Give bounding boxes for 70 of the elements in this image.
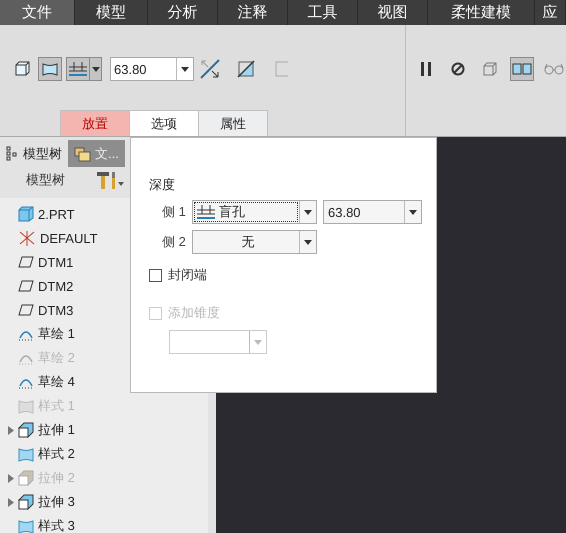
cube-icon <box>14 61 30 77</box>
menu-tab[interactable]: 柔性建模 <box>428 0 535 25</box>
depth-value-field[interactable]: 63.80 <box>323 200 422 224</box>
checkbox[interactable] <box>149 268 162 282</box>
panel-tab[interactable]: 属性 <box>198 110 268 136</box>
flip-arrow-icon <box>199 58 221 80</box>
tree-item[interactable]: DTM2 <box>38 278 74 294</box>
caret-icon <box>254 340 262 344</box>
surface-icon <box>41 61 59 77</box>
datum-plane-icon <box>18 280 34 292</box>
surface-icon <box>18 398 34 414</box>
tree-item[interactable]: 样式 2 <box>38 445 75 463</box>
depth-type-select[interactable]: 盲孔 <box>192 200 317 224</box>
tree-item[interactable]: 拉伸 3 <box>38 493 75 511</box>
glasses-icon <box>544 63 564 75</box>
caret-icon <box>304 240 312 244</box>
tool-button[interactable] <box>38 57 62 81</box>
tool-button[interactable] <box>510 57 534 81</box>
section-title: 深度 <box>149 176 176 194</box>
depth-field[interactable]: 63.80 <box>110 57 194 81</box>
bracket-icon <box>275 61 289 77</box>
side-label: 侧 1 <box>162 203 186 221</box>
depth-type-select[interactable]: 无 <box>192 230 317 254</box>
no-entry-icon <box>451 62 465 76</box>
panel-tab[interactable]: 放置 <box>60 110 130 136</box>
surface-icon <box>18 446 34 462</box>
depth-icon <box>69 62 87 76</box>
datum-plane-icon <box>18 304 34 316</box>
side-label: 侧 2 <box>162 233 186 251</box>
coordinate-system-icon <box>18 230 36 246</box>
tree-item[interactable]: 草绘 1 <box>38 325 75 343</box>
tree-item[interactable]: 样式 3 <box>38 517 75 533</box>
checkbox-label: 添加锥度 <box>168 304 220 322</box>
folders-icon <box>74 146 92 162</box>
extrude-icon <box>18 470 34 486</box>
dropdown-button[interactable] <box>90 57 102 81</box>
tools-icon[interactable] <box>95 170 125 190</box>
datum-plane-icon <box>18 256 34 268</box>
extrude-icon <box>18 494 34 510</box>
flip-button[interactable] <box>198 57 222 81</box>
surface-icon <box>18 518 34 533</box>
cut-icon <box>236 59 256 79</box>
menu-tab[interactable]: 注释 <box>218 0 288 25</box>
menu-tab[interactable]: 分析 <box>148 0 218 25</box>
tree-item[interactable]: DEFAULT <box>40 230 98 246</box>
tree-item[interactable]: 拉伸 1 <box>38 421 75 439</box>
menu-tab[interactable]: 应 <box>535 0 566 25</box>
expand-icon[interactable] <box>8 426 14 434</box>
caret-icon <box>409 210 417 214</box>
caret-icon <box>181 66 189 72</box>
menu-tab[interactable]: 视图 <box>358 0 428 25</box>
menu-tab[interactable]: 工具 <box>288 0 358 25</box>
tree-item[interactable]: 草绘 4 <box>38 373 75 391</box>
checkbox-label: 封闭端 <box>168 266 207 284</box>
tree-item[interactable]: 2.PRT <box>38 206 75 222</box>
tree-header: 模型树 <box>26 171 65 189</box>
tool-button[interactable] <box>66 57 90 81</box>
extrude-icon <box>18 422 34 438</box>
caret-icon <box>304 210 312 214</box>
expand-icon[interactable] <box>8 498 14 506</box>
tree-item[interactable]: DTM3 <box>38 302 74 318</box>
pause-icon <box>420 62 432 76</box>
menu-tab[interactable]: 文件 <box>0 0 75 25</box>
depth-icon <box>197 205 215 219</box>
tree-item[interactable]: DTM1 <box>38 254 74 270</box>
panel-tab[interactable]: 选项 <box>129 110 199 136</box>
menu-tab[interactable]: 模型 <box>75 0 148 25</box>
wireframe-icon <box>481 61 499 77</box>
caret-icon <box>92 66 100 72</box>
cube-icon <box>18 206 34 222</box>
